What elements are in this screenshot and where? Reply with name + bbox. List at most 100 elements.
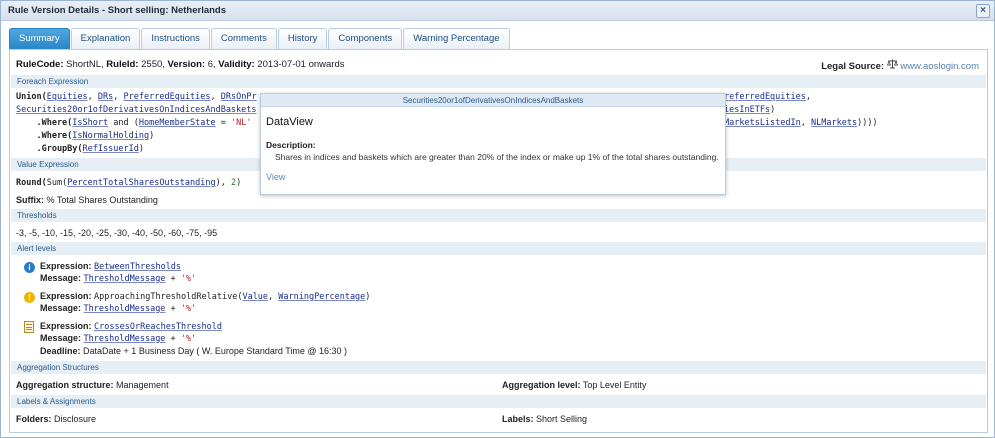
foreach-line-4: .Where(IsNormalHolding) (16, 131, 154, 141)
suffix-label: Suffix: (16, 195, 44, 205)
ref-markets-listed-in[interactable]: MarketsListedIn (724, 118, 801, 128)
validity-value: 2013-07-01 onwards (257, 59, 345, 70)
rule-version-window: Rule Version Details - Short selling: Ne… (0, 0, 995, 438)
sep: , (113, 92, 124, 102)
popup-description: Shares in indices and baskets which are … (275, 152, 719, 162)
legal-source: Legal Source: www.aoslogin.com (821, 59, 979, 72)
alert-3-expression: Expression: CrossesOrReachesThreshold (40, 321, 222, 332)
op-and: and ( (108, 118, 139, 128)
ref-preferred-equities-tail[interactable]: referredEquities (724, 92, 806, 102)
expression-label: Expression: (40, 261, 92, 271)
deadline-label: Deadline: (40, 346, 81, 356)
ref-preferred-equities[interactable]: PreferredEquities (124, 92, 211, 102)
message-label: Message: (40, 333, 82, 343)
ref-crosses-or-reaches[interactable]: CrossesOrReachesThreshold (94, 322, 222, 332)
tab-components[interactable]: Components (328, 28, 403, 49)
folders-label: Folders: (16, 414, 52, 424)
folders-value: Disclosure (54, 414, 97, 424)
sep: ) (365, 292, 371, 302)
op-plus: + (165, 274, 181, 284)
sep: , (210, 92, 221, 102)
document-icon (24, 321, 34, 333)
labels-section-header: Labels & Assignments (11, 395, 986, 408)
op-plus: + (165, 334, 181, 344)
ref-threshold-message[interactable]: ThresholdMessage (84, 274, 166, 284)
fn-where: .Where( (16, 118, 73, 128)
alert-3-deadline: Deadline: DataDate + 1 Business Day ( W.… (40, 346, 347, 356)
message-label: Message: (40, 273, 82, 283)
fn-groupby: .GroupBy( (16, 144, 83, 154)
popup-header: Securities20or1ofDerivativesOnIndicesAnd… (261, 94, 725, 107)
foreach-line-2-tail: iesInETFs) (724, 105, 775, 115)
version-value: 6, (207, 59, 216, 70)
labels-label: Labels: (502, 414, 534, 424)
fn-where: .Where( (16, 131, 73, 141)
rulecode-label: RuleCode: (16, 59, 64, 70)
tab-instructions[interactable]: Instructions (141, 28, 210, 49)
str-percent: '%' (180, 304, 197, 314)
ref-equities[interactable]: Equities (47, 92, 88, 102)
suffix-value: % Total Shares Outstanding (46, 195, 158, 205)
alert-2-message: Message: ThresholdMessage + '%' (40, 303, 196, 314)
str-percent: '%' (180, 274, 197, 284)
sep: ) (770, 105, 776, 115)
ruleid-value: 2550, (141, 59, 165, 70)
ref-warning-percentage[interactable]: WarningPercentage (278, 292, 365, 302)
alert-2-expression: Expression: ApproachingThresholdRelative… (40, 291, 370, 302)
tab-warning-percentage[interactable]: Warning Percentage (403, 28, 510, 49)
info-icon: i (24, 262, 35, 273)
fn-union: Union( (16, 92, 47, 102)
aggregation-level: Aggregation level: Top Level Entity (502, 380, 646, 390)
aggregation-structure: Aggregation structure: Management (16, 380, 169, 390)
ref-securities-derivatives[interactable]: Securities20or1ofDerivativesOnIndicesAnd… (16, 105, 257, 115)
ref-drs[interactable]: DRs (98, 92, 113, 102)
tab-explanation[interactable]: Explanation (70, 28, 141, 49)
fn-round: Round( (16, 178, 47, 188)
aggregation-level-label: Aggregation level: (502, 380, 581, 390)
foreach-line-2: Securities20or1ofDerivativesOnIndicesAnd… (16, 105, 257, 115)
op-plus: + (165, 304, 181, 314)
rule-header: RuleCode: ShortNL, RuleId: 2550, Version… (16, 59, 345, 70)
str-nl: 'NL' (230, 118, 252, 128)
fn-approaching: ApproachingThresholdRelative( (94, 292, 243, 302)
ref-is-normal-holding[interactable]: IsNormalHolding (72, 131, 149, 141)
ruleid-label: RuleId: (106, 59, 139, 70)
message-label: Message: (40, 303, 82, 313)
ref-threshold-message[interactable]: ThresholdMessage (84, 304, 166, 314)
legal-source-link[interactable]: www.aoslogin.com (900, 61, 979, 72)
ref-is-short[interactable]: IsShort (72, 118, 108, 128)
sep: )))) (857, 118, 878, 128)
alerts-section-header: Alert levels (11, 242, 986, 255)
tab-history[interactable]: History (277, 28, 328, 49)
foreach-line-3: .Where(IsShort and (HomeMemberState = 'N… (16, 118, 251, 128)
alert-1-message: Message: ThresholdMessage + '%' (40, 273, 196, 284)
foreach-line-5: .GroupBy(RefIssuerId) (16, 144, 143, 154)
aggregation-structure-value: Management (116, 380, 169, 390)
ref-nl-markets[interactable]: NLMarkets (811, 118, 857, 128)
ref-percent-total-shares[interactable]: PercentTotalSharesOutstanding (67, 178, 215, 188)
ref-drs-on-pr[interactable]: DRsOnPr (221, 92, 257, 102)
ref-threshold-message[interactable]: ThresholdMessage (84, 334, 166, 344)
foreach-line-3-tail: MarketsListedIn, NLMarkets)))) (724, 118, 878, 128)
fn-sum: Sum( (46, 178, 68, 188)
sep: ), (215, 178, 231, 188)
foreach-section-header: Foreach Expression (11, 75, 986, 88)
warning-icon: ! (24, 292, 35, 303)
ref-value[interactable]: Value (242, 292, 268, 302)
aggregation-section-header: Aggregation Structures (11, 361, 986, 374)
labels-value: Short Selling (536, 414, 588, 424)
popup-description-label: Description: (266, 140, 316, 150)
ref-ref-issuer-id[interactable]: RefIssuerId (83, 144, 139, 154)
sep: ) (236, 178, 242, 188)
ref-home-member-state[interactable]: HomeMemberState (139, 118, 216, 128)
tab-summary[interactable]: Summary (9, 28, 70, 49)
close-button[interactable]: × (976, 4, 990, 18)
expression-label: Expression: (40, 291, 92, 301)
alert-3-message: Message: ThresholdMessage + '%' (40, 333, 196, 344)
ref-etfs-tail[interactable]: iesInETFs (724, 105, 770, 115)
window-title: Rule Version Details - Short selling: Ne… (8, 5, 227, 16)
ref-between-thresholds[interactable]: BetweenThresholds (94, 262, 181, 272)
tab-comments[interactable]: Comments (210, 28, 277, 49)
popup-view-link[interactable]: View (266, 172, 285, 182)
scales-icon (886, 59, 901, 72)
